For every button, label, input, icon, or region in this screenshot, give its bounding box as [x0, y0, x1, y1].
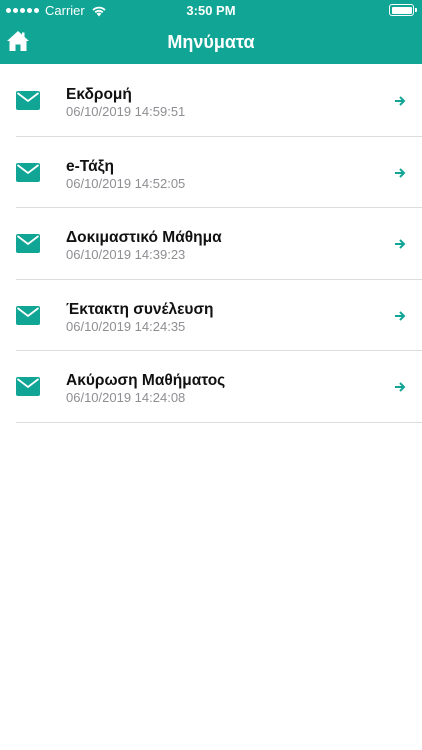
message-date: 06/10/2019 14:59:51 — [66, 104, 186, 119]
message-date: 06/10/2019 14:39:23 — [66, 247, 186, 262]
messages-list: Εκδρομή 06/10/2019 14:59:51 e-Τάξη 06/10… — [0, 65, 422, 423]
message-date: 06/10/2019 14:24:08 — [66, 390, 186, 405]
message-date: 06/10/2019 14:52:05 — [66, 175, 186, 191]
message-row[interactable]: Εκδρομή 06/10/2019 14:59:51 — [0, 65, 422, 137]
envelope-icon — [16, 377, 40, 396]
message-subject: Δοκιμαστικό Μάθημα — [66, 229, 222, 246]
top-bar: Carrier 3:50 PM Μηνύματα — [0, 0, 422, 64]
envelope-icon — [16, 305, 40, 325]
arrow-right-icon — [395, 167, 406, 178]
message-subject: Έκτακτη συνέλευση — [66, 300, 214, 318]
arrow-right-icon — [395, 310, 406, 321]
message-row[interactable]: e-Τάξη 06/10/2019 14:52:05 — [0, 137, 422, 208]
status-time: 3:50 PM — [186, 3, 236, 18]
envelope-icon — [16, 91, 40, 110]
status-bar: Carrier 3:50 PM — [0, 0, 422, 20]
row-divider — [16, 421, 422, 423]
message-row[interactable]: Δοκιμαστικό Μάθημα 06/10/2019 14:39:23 — [0, 208, 422, 280]
message-date: 06/10/2019 14:24:35 — [66, 318, 186, 334]
page-title: Μηνύματα — [167, 32, 255, 52]
envelope-icon — [16, 234, 40, 253]
message-row[interactable]: Ακύρωση Μαθήματος 06/10/2019 14:24:08 — [0, 351, 422, 423]
message-subject: e-Τάξη — [66, 157, 114, 175]
message-subject: Ακύρωση Μαθήματος — [66, 372, 226, 389]
arrow-right-icon — [395, 239, 406, 249]
envelope-icon — [16, 162, 40, 182]
message-subject: Εκδρομή — [66, 86, 132, 103]
message-row[interactable]: Έκτακτη συνέλευση 06/10/2019 14:24:35 — [0, 280, 422, 351]
arrow-right-icon — [395, 96, 406, 106]
arrow-right-icon — [395, 382, 406, 392]
battery-icon — [389, 4, 417, 16]
nav-bar: Μηνύματα — [0, 20, 422, 64]
